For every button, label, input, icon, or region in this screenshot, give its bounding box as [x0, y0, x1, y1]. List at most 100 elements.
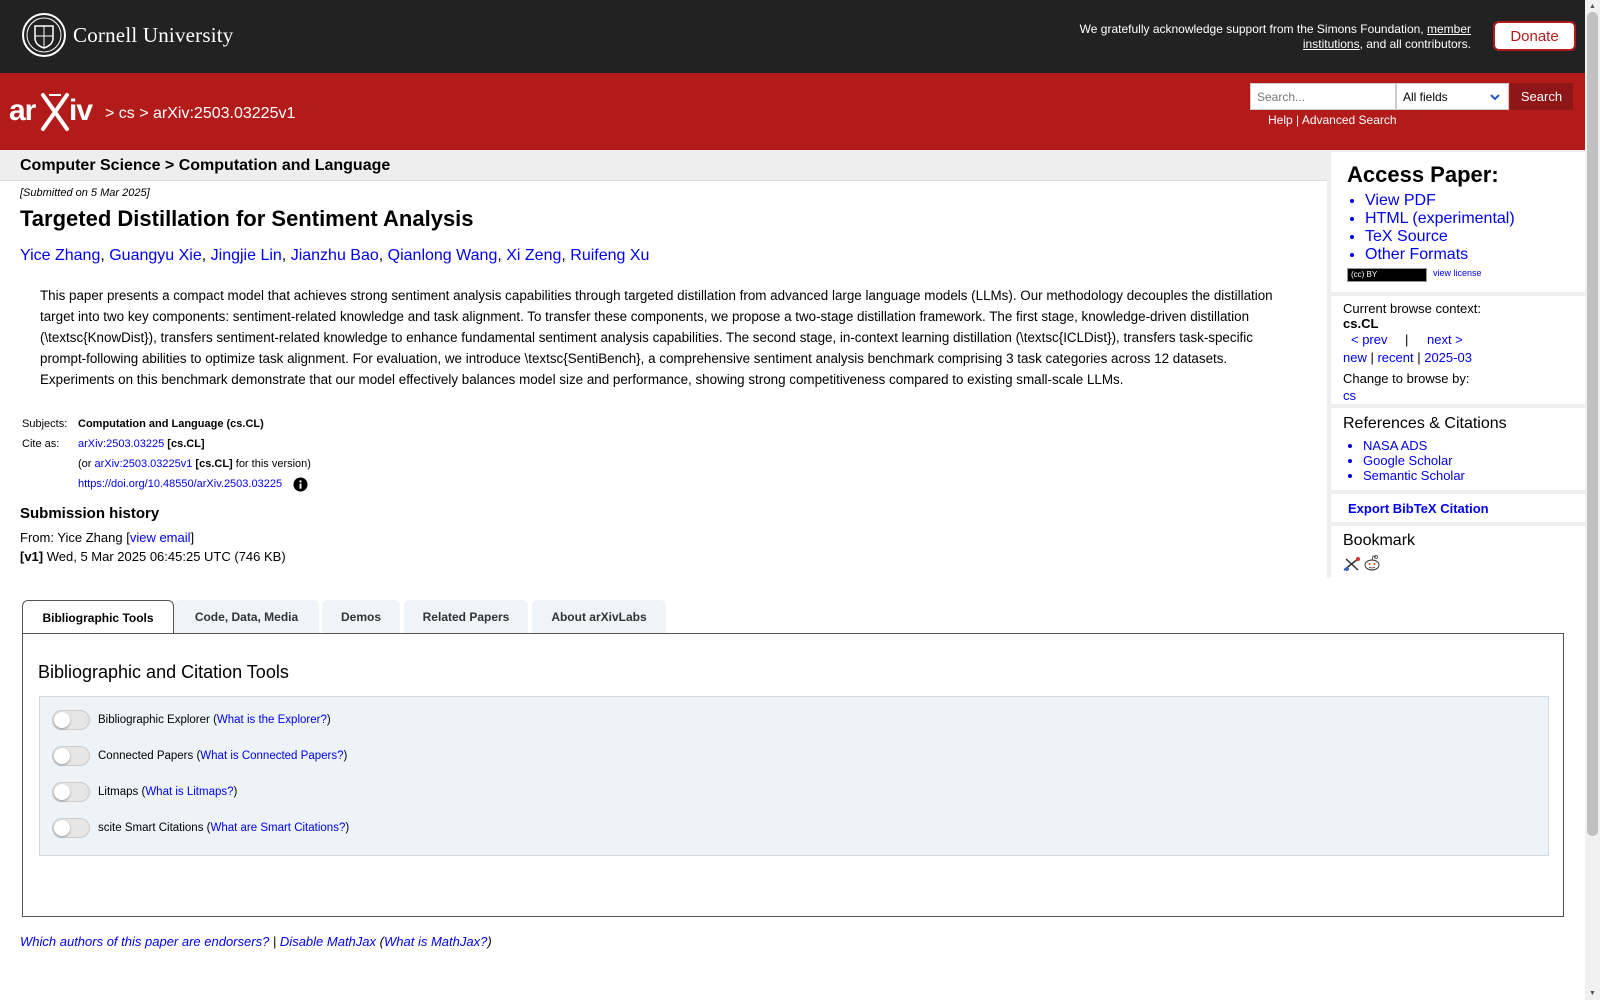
next-link[interactable]: next >	[1427, 332, 1463, 347]
subject-header: Computer Science > Computation and Langu…	[0, 150, 1327, 181]
panel-title: Bibliographic and Citation Tools	[38, 662, 289, 682]
top-banner: Cornell University We gratefully acknowl…	[0, 0, 1585, 73]
author-link[interactable]: Jianzhu Bao	[291, 247, 379, 264]
scroll-up-arrow-icon[interactable]: ▲	[1588, 2, 1597, 11]
author-link[interactable]: Yice Zhang	[20, 247, 100, 264]
disable-mathjax-link[interactable]: Disable MathJax	[280, 934, 376, 949]
access-paper-title: Access Paper:	[1347, 162, 1499, 187]
version-id-link[interactable]: arXiv:2503.03225v1	[95, 458, 193, 470]
references-citations-box: References & Citations NASA ADS Google S…	[1331, 408, 1585, 490]
tool-row: Connected Papers (What is Connected Pape…	[52, 746, 347, 766]
footer-links: Which authors of this paper are endorser…	[20, 934, 492, 949]
tab-about-arxivlabs[interactable]: About arXivLabs	[532, 600, 666, 634]
support-message: We gratefully acknowledge support from t…	[1079, 22, 1471, 51]
breadcrumb-paper-id: arXiv:2503.03225v1	[153, 105, 296, 122]
tool-row: scite Smart Citations (What are Smart Ci…	[52, 818, 349, 838]
arxiv-logo[interactable]: ar iv	[9, 91, 101, 133]
cornell-logo[interactable]: Cornell University	[21, 12, 234, 58]
advanced-search-link[interactable]: Advanced Search	[1302, 113, 1397, 127]
bookmark-box: Bookmark	[1331, 526, 1585, 578]
scrollbar-thumb[interactable]	[1587, 12, 1598, 836]
abstract: This paper presents a compact model that…	[40, 288, 1273, 387]
submission-history-title: Submission history	[20, 505, 160, 522]
author-link[interactable]: Xi Zeng	[506, 247, 561, 264]
view-license-link[interactable]: view license	[1433, 268, 1482, 278]
scroll-down-arrow-icon[interactable]: ▼	[1588, 989, 1597, 998]
cc-by-license-badge[interactable]: (cc) BY	[1347, 268, 1427, 282]
search-field-select[interactable]: All fields	[1396, 83, 1509, 110]
metadata-table: Subjects: Computation and Language (cs.C…	[22, 414, 311, 494]
reddit-icon[interactable]	[1363, 554, 1381, 572]
references-title: References & Citations	[1343, 415, 1507, 432]
other-formats-link[interactable]: Other Formats	[1365, 246, 1468, 263]
what-are-smart-citations-link[interactable]: What are Smart Citations?	[210, 822, 345, 834]
submitter: From: Yice Zhang [view email]	[20, 530, 195, 545]
litmaps-toggle[interactable]	[52, 782, 90, 802]
connected-papers-toggle[interactable]	[52, 746, 90, 766]
cite-id-link[interactable]: arXiv:2503.03225	[78, 438, 164, 450]
month-link[interactable]: 2025-03	[1424, 350, 1472, 365]
svg-text:ar: ar	[9, 94, 37, 127]
help-link[interactable]: Help	[1268, 113, 1293, 127]
arxiv-header: ar iv > cs > arXiv:2503.03225v1 All fiel…	[0, 73, 1585, 150]
view-email-link[interactable]: view email	[130, 530, 191, 545]
paper-title: Targeted Distillation for Sentiment Anal…	[20, 206, 474, 231]
what-is-mathjax-link[interactable]: What is MathJax?	[384, 934, 487, 949]
what-is-litmaps-link[interactable]: What is Litmaps?	[145, 786, 233, 798]
submitted-date: [Submitted on 5 Mar 2025]	[20, 187, 150, 199]
recent-link[interactable]: recent	[1377, 350, 1413, 365]
browse-context-box: Current browse context: cs.CL < prev | n…	[1331, 296, 1585, 404]
new-link[interactable]: new	[1343, 350, 1367, 365]
scite-toggle[interactable]	[52, 818, 90, 838]
change-browse-label: Change to browse by:	[1343, 371, 1470, 386]
author-link[interactable]: Guangyu Xie	[109, 247, 202, 264]
bibliographic-explorer-toggle[interactable]	[52, 710, 90, 730]
tab-related-papers[interactable]: Related Papers	[404, 600, 528, 634]
author-list: Yice Zhang, Guangyu Xie, Jingjie Lin, Ji…	[20, 247, 650, 264]
cornell-seal-icon	[22, 13, 66, 57]
author-link[interactable]: Ruifeng Xu	[570, 247, 649, 264]
browse-cs-link[interactable]: cs	[1343, 388, 1356, 403]
cornell-university-name: Cornell University	[73, 22, 234, 47]
author-link[interactable]: Jingjie Lin	[211, 247, 282, 264]
tex-source-link[interactable]: TeX Source	[1365, 228, 1448, 245]
tool-row: Bibliographic Explorer (What is the Expl…	[52, 710, 331, 730]
context-label: Current browse context:	[1343, 301, 1482, 316]
prev-link[interactable]: < prev	[1351, 332, 1388, 347]
search-button[interactable]: Search	[1510, 83, 1573, 110]
search-help-links: Help | Advanced Search	[1268, 113, 1397, 127]
export-bibtex-link[interactable]: Export BibTeX Citation	[1348, 501, 1489, 516]
what-is-connected-papers-link[interactable]: What is Connected Papers?	[200, 750, 343, 762]
donate-button[interactable]: Donate	[1493, 21, 1576, 51]
google-scholar-link[interactable]: Google Scholar	[1363, 453, 1453, 468]
breadcrumb-cs-link[interactable]: cs	[119, 105, 135, 122]
context-value: cs.CL	[1343, 316, 1379, 331]
bibliographic-tools-panel: Bibliographic and Citation Tools Bibliog…	[22, 633, 1564, 917]
tab-code-data-media[interactable]: Code, Data, Media	[174, 600, 319, 634]
vertical-scrollbar[interactable]: ▲ ▼	[1585, 0, 1600, 1000]
semantic-scholar-link[interactable]: Semantic Scholar	[1363, 468, 1465, 483]
svg-text:iv: iv	[69, 94, 93, 127]
tools-list: Bibliographic Explorer (What is the Expl…	[39, 696, 1549, 856]
doi-link[interactable]: https://doi.org/10.48550/arXiv.2503.0322…	[78, 478, 282, 490]
search-input[interactable]	[1250, 83, 1396, 110]
right-sidebar: Access Paper: View PDF HTML (experimenta…	[1327, 150, 1585, 578]
info-icon[interactable]	[293, 477, 308, 492]
bookmark-title: Bookmark	[1343, 532, 1416, 549]
tab-bibliographic-tools[interactable]: Bibliographic Tools	[22, 600, 174, 635]
nasa-ads-link[interactable]: NASA ADS	[1363, 438, 1427, 453]
subject-path: Computer Science > Computation and Langu…	[20, 157, 391, 174]
what-is-explorer-link[interactable]: What is the Explorer?	[217, 714, 327, 726]
html-experimental-link[interactable]: HTML (experimental)	[1365, 210, 1515, 227]
view-pdf-link[interactable]: View PDF	[1365, 192, 1436, 209]
export-box: Export BibTeX Citation	[1331, 494, 1585, 522]
endorsers-link[interactable]: Which authors of this paper are endorser…	[20, 934, 269, 949]
chevron-down-icon	[1490, 94, 1500, 101]
access-paper-box: Access Paper: View PDF HTML (experimenta…	[1331, 152, 1585, 292]
author-link[interactable]: Qianlong Wang	[388, 247, 498, 264]
subjects-label: Subjects:	[22, 418, 68, 430]
breadcrumb: > cs > arXiv:2503.03225v1	[105, 105, 296, 122]
tool-row: Litmaps (What is Litmaps?)	[52, 782, 237, 802]
tab-demos[interactable]: Demos	[322, 600, 400, 634]
bibsonomy-icon[interactable]	[1343, 556, 1361, 572]
